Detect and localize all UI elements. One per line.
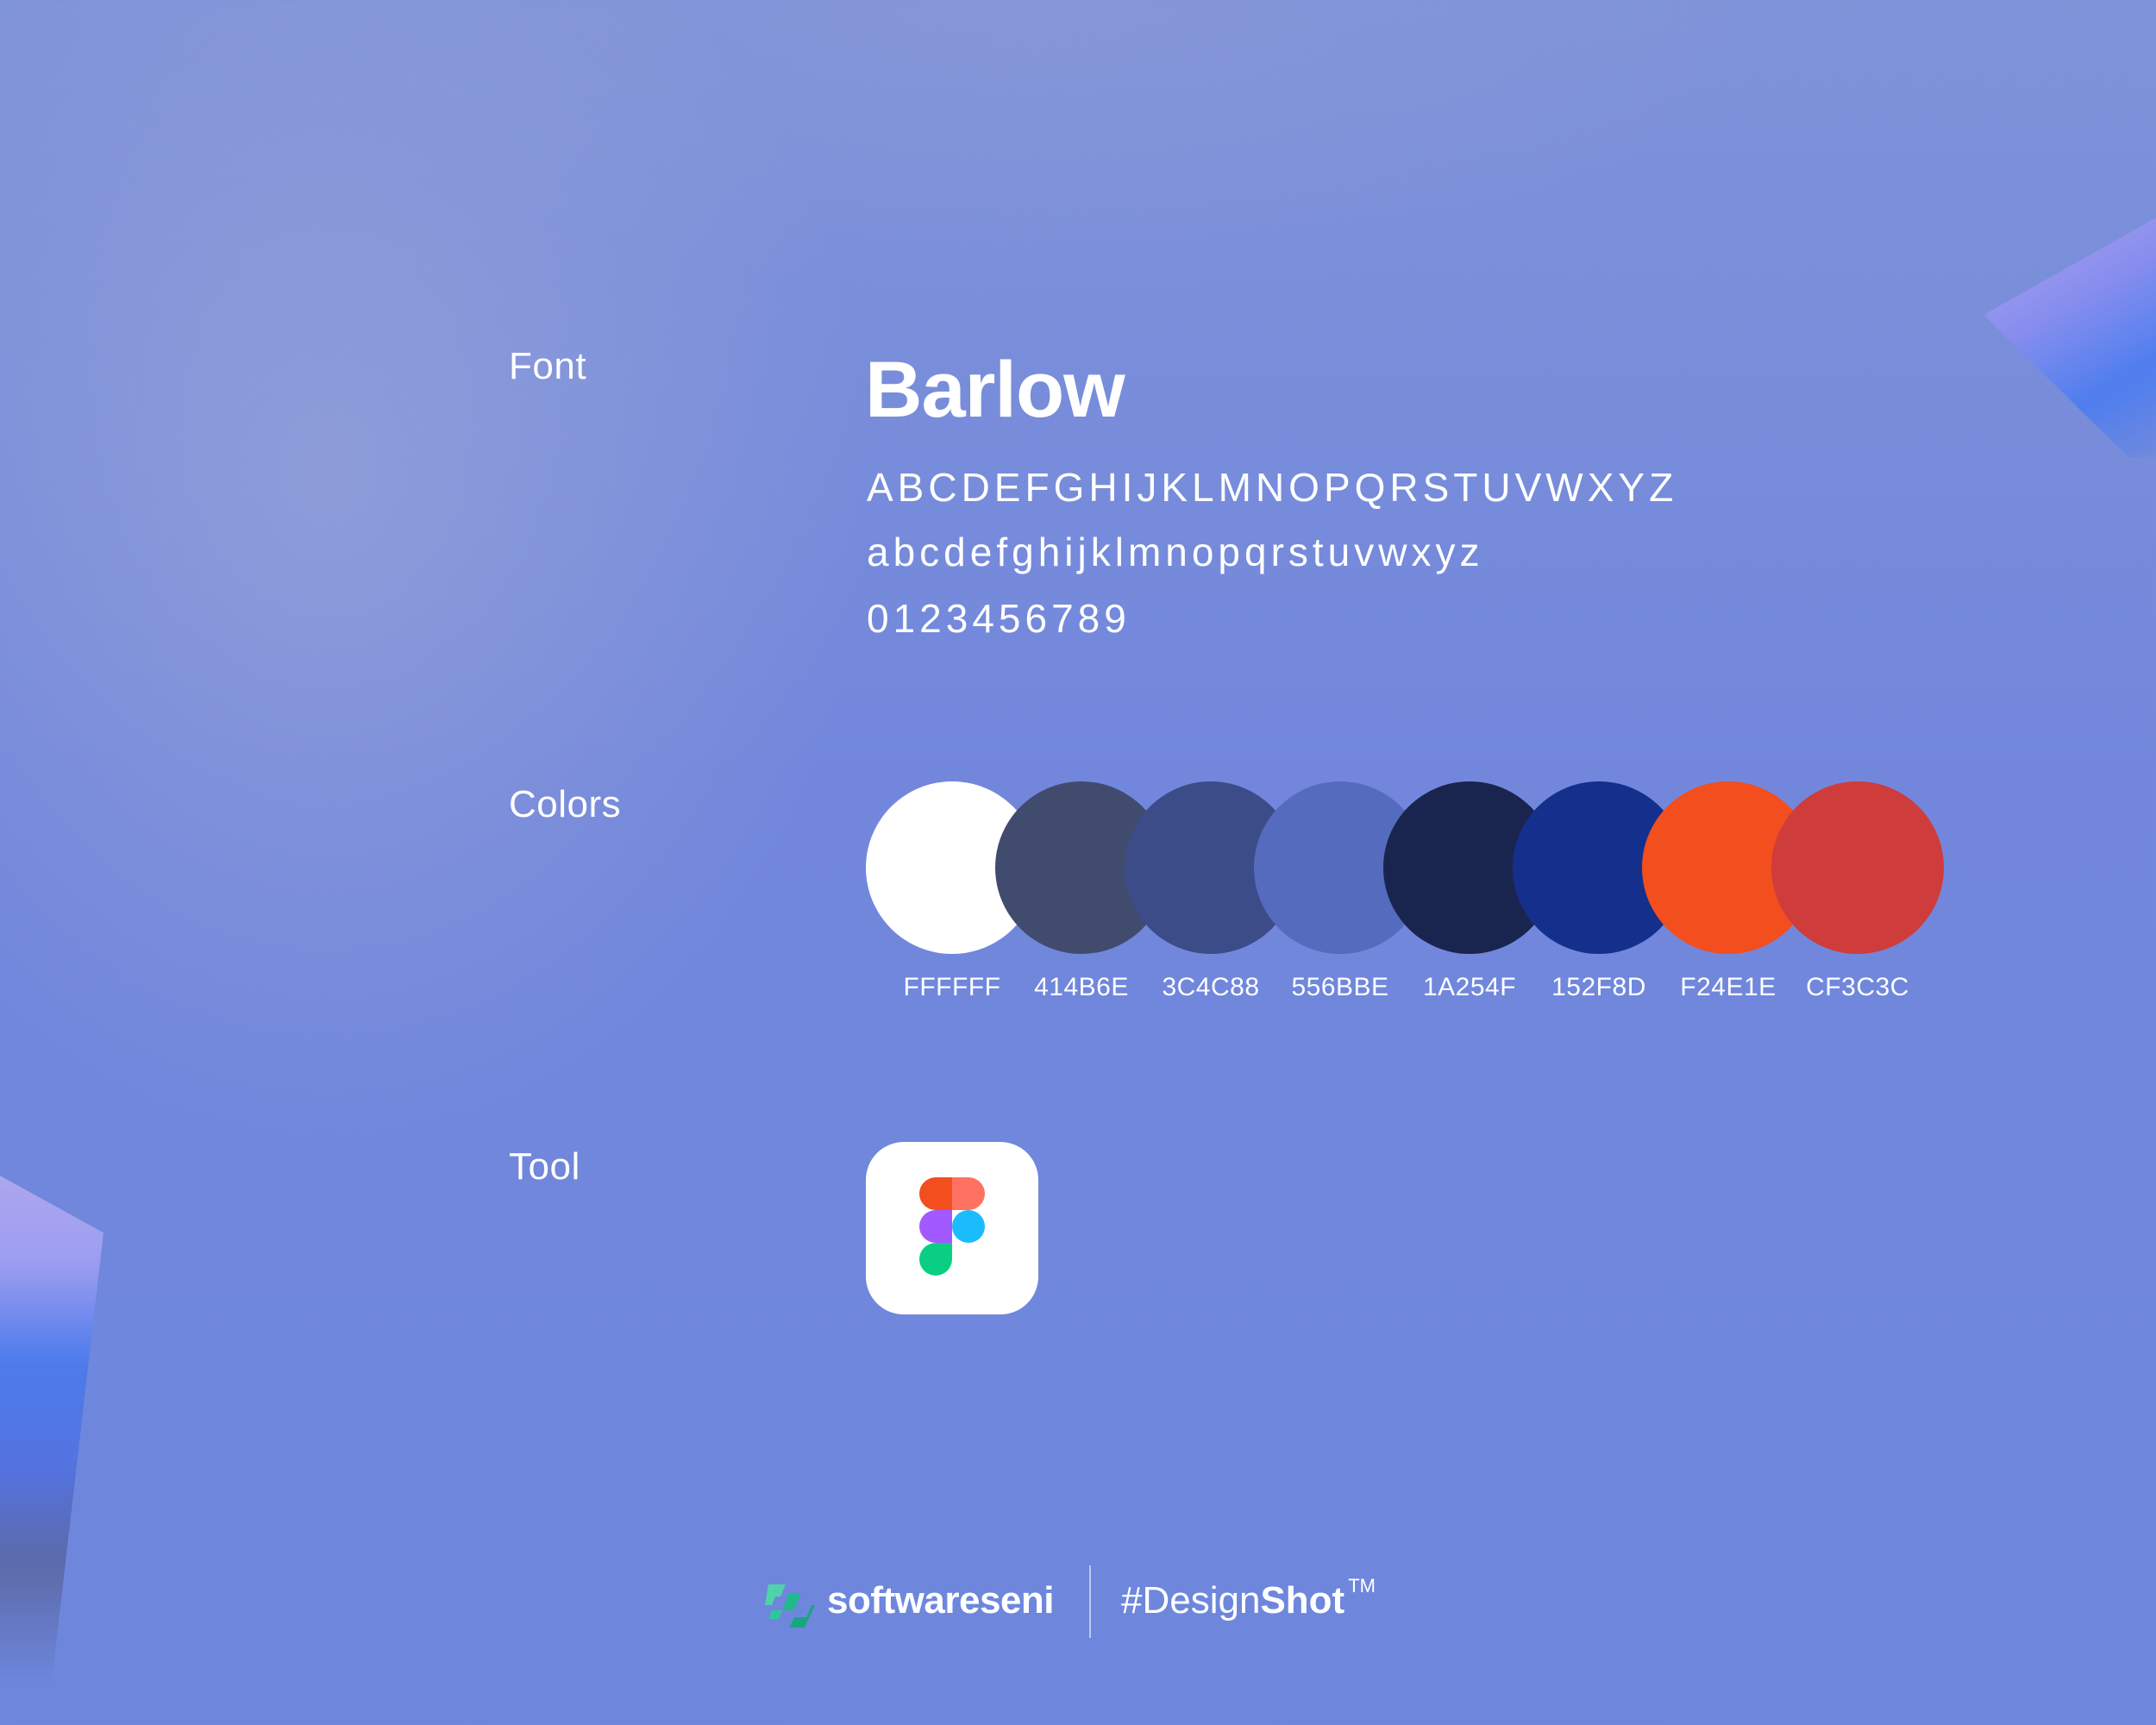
figma-app-tile bbox=[866, 1142, 1038, 1314]
hashtag-light-text: #Design bbox=[1121, 1579, 1261, 1622]
footer-branding: softwareseni #DesignShot TM bbox=[763, 1565, 1419, 1643]
decorative-shape-left bbox=[0, 1147, 103, 1682]
font-specimen-uppercase: ABCDEFGHIJKLMNOPQRSTUVWXYZ bbox=[867, 465, 1678, 510]
font-section-label: Font bbox=[509, 345, 587, 387]
font-name-heading: Barlow bbox=[865, 346, 1125, 434]
color-swatch bbox=[1771, 781, 1944, 954]
trademark-mark: TM bbox=[1348, 1575, 1376, 1597]
hashtag-bold-text: Shot bbox=[1260, 1579, 1345, 1622]
color-palette: FFFFFF 414B6E 3C4C88 556BBE 1A254F 152F8… bbox=[866, 781, 1952, 1006]
colors-section-label: Colors bbox=[509, 783, 622, 825]
design-shot-hashtag: #DesignShot TM bbox=[1121, 1575, 1376, 1622]
font-specimen-digits: 0123456789 bbox=[867, 596, 1131, 641]
tool-section-label: Tool bbox=[509, 1145, 580, 1188]
softwareseni-logo-icon bbox=[765, 1584, 815, 1628]
decorative-shape-right bbox=[1984, 198, 2156, 457]
brand-name: softwareseni bbox=[827, 1579, 1054, 1622]
footer-divider bbox=[1089, 1565, 1091, 1638]
figma-icon bbox=[919, 1177, 985, 1276]
font-specimen-lowercase: abcdefghijklmnopqrstuvwxyz bbox=[867, 530, 1484, 574]
color-code: CF3C3C bbox=[1806, 973, 1909, 1001]
